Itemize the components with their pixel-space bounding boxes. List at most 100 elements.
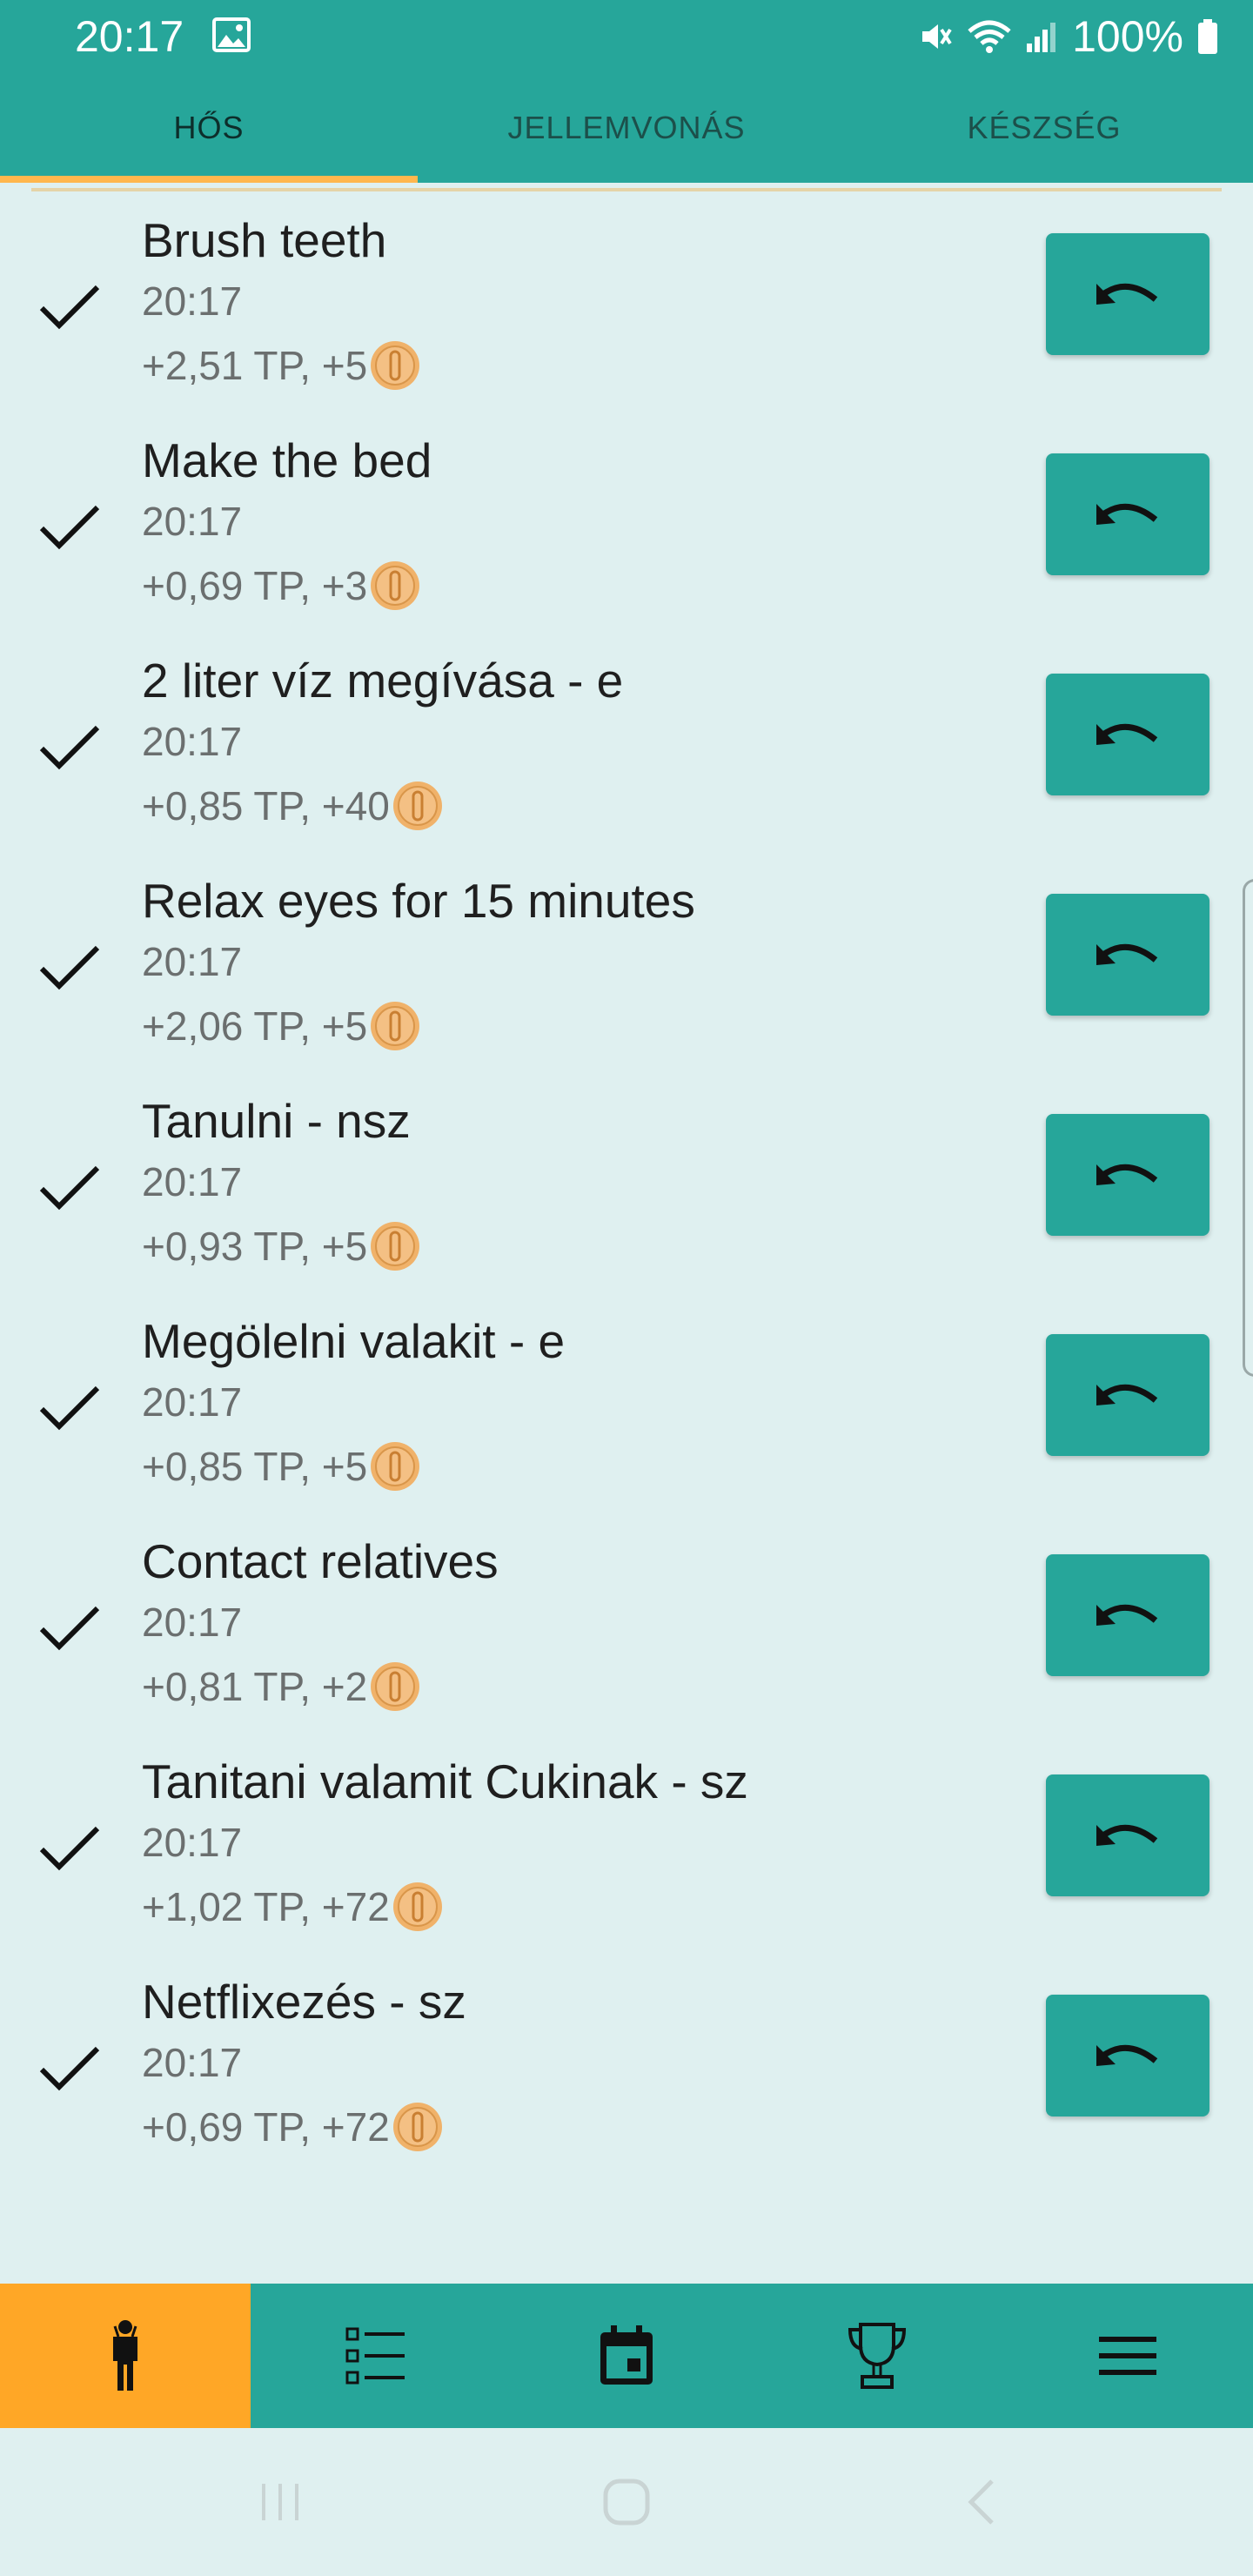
task-reward: +0,85 TP, +40 bbox=[142, 778, 444, 834]
check-icon bbox=[39, 2046, 100, 2091]
check-icon bbox=[39, 1385, 100, 1431]
task-time: 20:17 bbox=[142, 278, 243, 324]
undo-icon bbox=[1096, 1824, 1158, 1846]
task-title: Tanulni - nsz bbox=[142, 1094, 411, 1148]
coin-icon bbox=[371, 341, 420, 390]
undo-button[interactable] bbox=[1046, 674, 1209, 795]
gallery-icon bbox=[212, 17, 251, 52]
task-reward: +0,85 TP, +5 bbox=[142, 1439, 421, 1494]
list-item: Relax eyes for 15 minutes 20:17 +2,06 TP, … bbox=[0, 866, 1253, 1086]
status-icons: 100% bbox=[915, 9, 1220, 64]
coin-icon bbox=[371, 1222, 420, 1271]
tab-hero[interactable]: HŐS bbox=[0, 73, 418, 183]
check-icon bbox=[39, 1606, 100, 1651]
reward-text: +0,69 TP, +3 bbox=[142, 563, 368, 608]
task-title: Brush teeth bbox=[142, 213, 387, 267]
tab-skills[interactable]: KÉSZSÉG bbox=[835, 73, 1253, 183]
reward-text: +0,85 TP, +40 bbox=[142, 783, 390, 828]
undo-button[interactable] bbox=[1046, 1995, 1209, 2116]
mute-icon bbox=[922, 24, 952, 49]
undo-button[interactable] bbox=[1046, 1554, 1209, 1676]
status-time: 20:17 bbox=[75, 12, 184, 61]
undo-icon bbox=[1096, 1164, 1158, 1185]
nav-hero[interactable] bbox=[0, 2284, 251, 2428]
undo-icon bbox=[1096, 723, 1158, 745]
coin-icon bbox=[371, 1002, 420, 1050]
reward-text: +0,93 TP, +5 bbox=[142, 1224, 368, 1269]
battery-percent: 100% bbox=[1072, 12, 1183, 61]
undo-icon bbox=[1096, 503, 1158, 525]
task-list-icon bbox=[345, 2327, 405, 2385]
task-reward: +2,06 TP, +5 bbox=[142, 998, 421, 1054]
reward-text: +0,81 TP, +2 bbox=[142, 1664, 368, 1709]
nav-menu[interactable] bbox=[1002, 2284, 1253, 2428]
check-icon bbox=[39, 1165, 100, 1211]
bottom-nav bbox=[0, 2284, 1253, 2428]
task-time: 20:17 bbox=[142, 1379, 243, 1425]
nav-achievements[interactable] bbox=[752, 2284, 1002, 2428]
undo-button[interactable] bbox=[1046, 1774, 1209, 1896]
task-title: Megölelni valakit - e bbox=[142, 1314, 566, 1368]
status-bar: 20:17 100% bbox=[0, 0, 1253, 73]
task-time: 20:17 bbox=[142, 1600, 243, 1645]
undo-icon bbox=[1096, 283, 1158, 305]
signal-icon bbox=[1027, 23, 1056, 52]
undo-button[interactable] bbox=[1046, 233, 1209, 355]
task-reward: +1,02 TP, +72 bbox=[142, 1879, 444, 1935]
calendar-icon bbox=[600, 2325, 653, 2385]
battery-icon bbox=[1198, 19, 1217, 54]
task-reward: +0,69 TP, +72 bbox=[142, 2099, 444, 2155]
task-time: 20:17 bbox=[142, 499, 243, 544]
check-icon bbox=[39, 285, 100, 330]
undo-button[interactable] bbox=[1046, 1114, 1209, 1236]
task-reward: +0,93 TP, +5 bbox=[142, 1218, 421, 1274]
reward-text: +0,69 TP, +72 bbox=[142, 2104, 390, 2150]
tab-bar: HŐS JELLEMVONÁS KÉSZSÉG bbox=[0, 73, 1253, 183]
task-reward: +2,51 TP, +5 bbox=[142, 338, 421, 393]
coin-icon bbox=[371, 1662, 420, 1711]
coin-icon bbox=[392, 2103, 442, 2151]
list-item: 2 liter víz megívása - e 20:17 +0,85 TP, +… bbox=[0, 646, 1253, 866]
list-item: Netflixezés - sz 20:17 +0,69 TP, +72 bbox=[0, 1967, 1253, 2187]
check-icon bbox=[39, 945, 100, 990]
nav-task-list[interactable] bbox=[251, 2284, 501, 2428]
undo-icon bbox=[1096, 943, 1158, 965]
reward-text: +1,02 TP, +72 bbox=[142, 1884, 390, 1929]
task-time: 20:17 bbox=[142, 2040, 243, 2085]
undo-button[interactable] bbox=[1046, 453, 1209, 575]
home-button[interactable] bbox=[557, 2428, 696, 2576]
home-icon bbox=[603, 2479, 650, 2526]
reward-text: +0,85 TP, +5 bbox=[142, 1444, 368, 1489]
task-time: 20:17 bbox=[142, 719, 243, 764]
list-item: Brush teeth 20:17 +2,51 TP, +5 bbox=[0, 205, 1253, 426]
check-icon bbox=[39, 505, 100, 550]
divider bbox=[31, 188, 1222, 191]
active-tab-indicator bbox=[0, 176, 418, 183]
task-title: Make the bed bbox=[142, 433, 432, 487]
reward-text: +2,51 TP, +5 bbox=[142, 343, 368, 388]
check-icon bbox=[39, 725, 100, 770]
task-title: 2 liter víz megívása - e bbox=[142, 654, 624, 708]
task-time: 20:17 bbox=[142, 1820, 243, 1865]
undo-icon bbox=[1096, 2044, 1158, 2066]
scrollbar[interactable] bbox=[1243, 879, 1253, 1377]
task-title: Netflixezés - sz bbox=[142, 1975, 466, 2029]
back-button[interactable] bbox=[912, 2428, 1051, 2576]
trophy-icon bbox=[848, 2323, 907, 2389]
task-time: 20:17 bbox=[142, 1159, 243, 1204]
recent-apps-button[interactable] bbox=[211, 2428, 350, 2576]
undo-button[interactable] bbox=[1046, 894, 1209, 1016]
list-item: Tanulni - nsz 20:17 +0,93 TP, +5 bbox=[0, 1086, 1253, 1306]
recent-apps-icon bbox=[262, 2484, 298, 2520]
task-title: Relax eyes for 15 minutes bbox=[142, 874, 695, 928]
task-reward: +0,81 TP, +2 bbox=[142, 1659, 421, 1714]
undo-button[interactable] bbox=[1046, 1334, 1209, 1456]
coin-icon bbox=[371, 561, 420, 610]
list-item: Tanitani valamit Cukinak - sz 20:17 +1,02 … bbox=[0, 1747, 1253, 1967]
task-time: 20:17 bbox=[142, 939, 243, 984]
list-item: Make the bed 20:17 +0,69 TP, +3 bbox=[0, 426, 1253, 646]
tab-traits[interactable]: JELLEMVONÁS bbox=[418, 73, 835, 183]
task-title: Contact relatives bbox=[142, 1534, 499, 1588]
menu-icon bbox=[1099, 2337, 1156, 2375]
nav-calendar[interactable] bbox=[501, 2284, 752, 2428]
